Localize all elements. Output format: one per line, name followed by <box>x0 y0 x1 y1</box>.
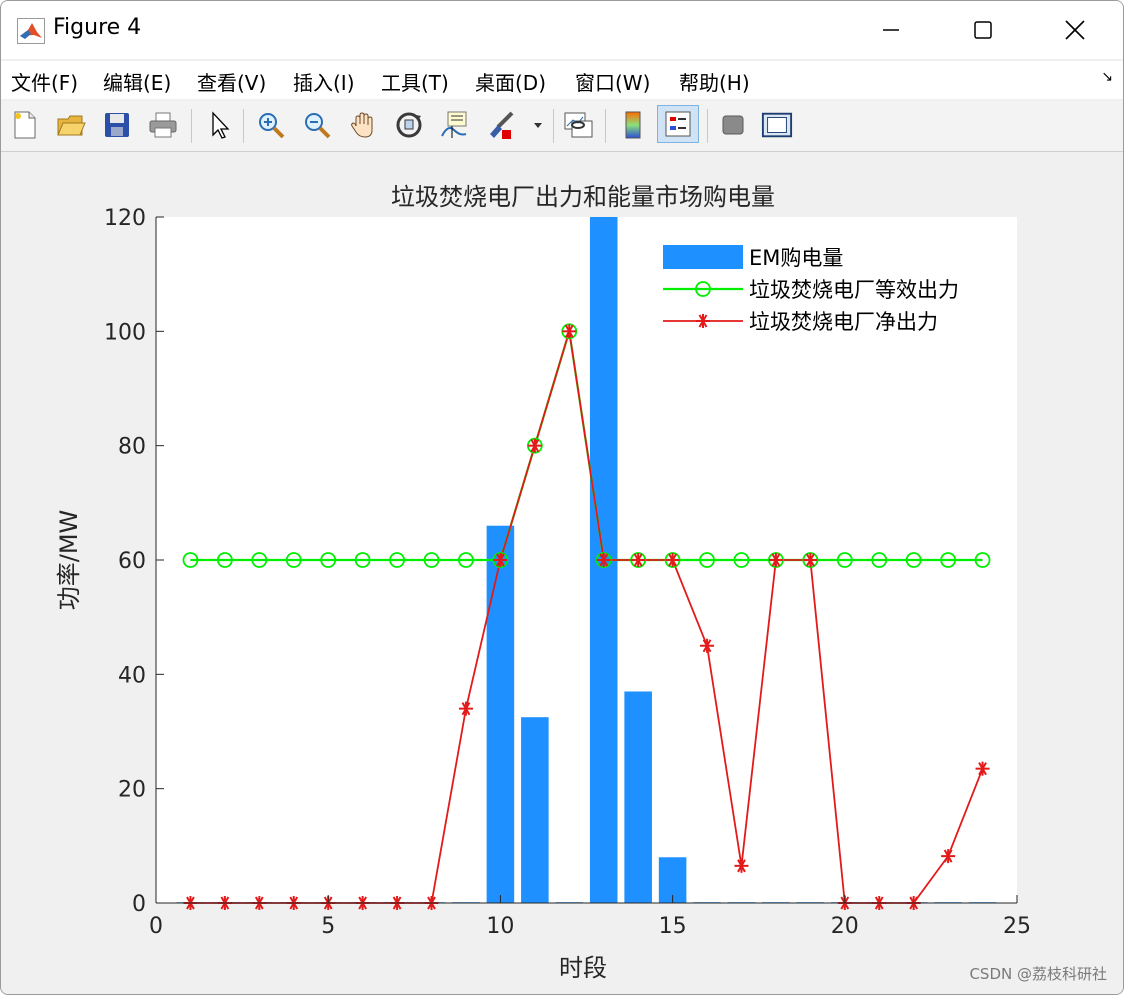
y-axis-label: 功率/MW <box>55 510 83 611</box>
pan-button[interactable] <box>347 108 379 142</box>
brush-icon <box>490 111 514 139</box>
chart: 垃圾焚烧电厂出力和能量市场购电量 0 20 40 60 80 100 120 0 5 10 15 20… <box>55 183 1031 982</box>
new-figure-icon <box>14 111 36 139</box>
matlab-icon <box>17 18 45 44</box>
title-bar: Figure 4 <box>1 1 1123 59</box>
menu-insert[interactable]: 插入(I) <box>293 67 355 96</box>
legend-button[interactable] <box>657 105 699 143</box>
x-tick-label: 25 <box>1003 914 1031 939</box>
link-plot-icon <box>564 112 593 138</box>
link-plot-button[interactable] <box>563 108 595 142</box>
hide-plot-tools-icon <box>722 115 744 135</box>
zoom-out-button[interactable] <box>301 108 333 142</box>
chart-title: 垃圾焚烧电厂出力和能量市场购电量 <box>391 183 775 211</box>
menu-help[interactable]: 帮助(H) <box>679 67 750 96</box>
y-tick-label: 40 <box>118 663 146 688</box>
legend-label-net: 垃圾焚烧电厂净出力 <box>749 310 938 334</box>
menu-view[interactable]: 查看(V) <box>197 67 266 96</box>
y-tick-label: 60 <box>118 549 146 574</box>
legend-icon <box>665 111 691 137</box>
legend-label-equiv: 垃圾焚烧电厂等效出力 <box>749 278 959 302</box>
save-icon <box>105 113 129 137</box>
x-tick-label: 15 <box>659 914 687 939</box>
toolbar-separator <box>191 109 192 143</box>
x-tick-label: 5 <box>321 914 335 939</box>
legend-swatch-bar <box>663 245 743 269</box>
menu-file[interactable]: 文件(F) <box>11 67 78 96</box>
show-plot-tools-button[interactable] <box>761 108 793 142</box>
brush-dropdown[interactable] <box>529 108 547 142</box>
save-button[interactable] <box>101 108 133 142</box>
brush-button[interactable] <box>485 108 517 142</box>
show-plot-tools-icon <box>761 112 793 138</box>
open-file-button[interactable] <box>55 108 87 142</box>
colorbar-icon <box>625 111 641 139</box>
x-tick-label: 0 <box>149 914 163 939</box>
bar-11 <box>521 717 549 903</box>
y-tick-label: 20 <box>118 778 146 803</box>
open-file-icon <box>57 115 86 136</box>
watermark: CSDN @荔枝科研社 <box>969 965 1107 983</box>
hide-plot-tools-button[interactable] <box>717 108 749 142</box>
zoom-out-icon <box>305 113 331 139</box>
bar-10 <box>486 525 515 903</box>
maximize-button[interactable] <box>935 1 1031 59</box>
toolbar <box>1 101 1123 152</box>
toolbar-separator <box>605 109 606 143</box>
x-tick-label: 20 <box>831 914 859 939</box>
legend-label-bar: EM购电量 <box>749 246 843 270</box>
menu-overflow-arrow-icon[interactable]: ↘ <box>1101 69 1113 85</box>
menu-edit[interactable]: 编辑(E) <box>103 67 171 96</box>
print-icon <box>149 112 177 138</box>
new-figure-button[interactable] <box>9 108 41 142</box>
y-tick-label: 80 <box>118 435 146 460</box>
toolbar-separator <box>553 109 554 143</box>
print-button[interactable] <box>147 108 179 142</box>
x-axis-label: 时段 <box>559 954 607 982</box>
close-button[interactable] <box>1027 1 1123 59</box>
minimize-icon <box>883 29 899 31</box>
toolbar-separator <box>243 109 244 143</box>
toolbar-separator <box>707 109 708 143</box>
pan-icon <box>351 112 373 138</box>
menu-tools[interactable]: 工具(T) <box>381 67 449 96</box>
pointer-button[interactable] <box>203 108 235 142</box>
rotate-3d-button[interactable] <box>393 108 425 142</box>
data-cursor-button[interactable] <box>439 108 471 142</box>
maximize-icon <box>974 21 992 39</box>
zoom-in-icon <box>259 113 285 139</box>
data-cursor-icon <box>441 111 467 138</box>
bar-14 <box>624 691 652 903</box>
x-tick-label: 10 <box>486 914 514 939</box>
window-title: Figure 4 <box>53 15 142 40</box>
menu-bar: 文件(F) 编辑(E) 查看(V) 插入(I) 工具(T) 桌面(D) 窗口(W… <box>1 61 1123 99</box>
close-icon <box>1065 20 1085 40</box>
chevron-down-icon <box>534 123 542 128</box>
menu-window[interactable]: 窗口(W) <box>575 67 650 96</box>
menu-desktop[interactable]: 桌面(D) <box>475 67 546 96</box>
zoom-in-button[interactable] <box>255 108 287 142</box>
figure-canvas: 垃圾焚烧电厂出力和能量市场购电量 0 20 40 60 80 100 120 0 5 10 15 20… <box>1 152 1123 994</box>
y-tick-label: 100 <box>104 320 146 345</box>
y-tick-label: 120 <box>104 206 146 231</box>
colorbar-button[interactable] <box>617 108 649 142</box>
minimize-button[interactable] <box>843 1 939 59</box>
rotate-3d-icon <box>396 112 422 138</box>
y-tick-label: 0 <box>132 892 146 917</box>
figure-window: Figure 4 文件(F) 编辑(E) 查看(V) 插入(I) 工具(T) 桌… <box>0 0 1124 995</box>
pointer-icon <box>212 111 230 139</box>
